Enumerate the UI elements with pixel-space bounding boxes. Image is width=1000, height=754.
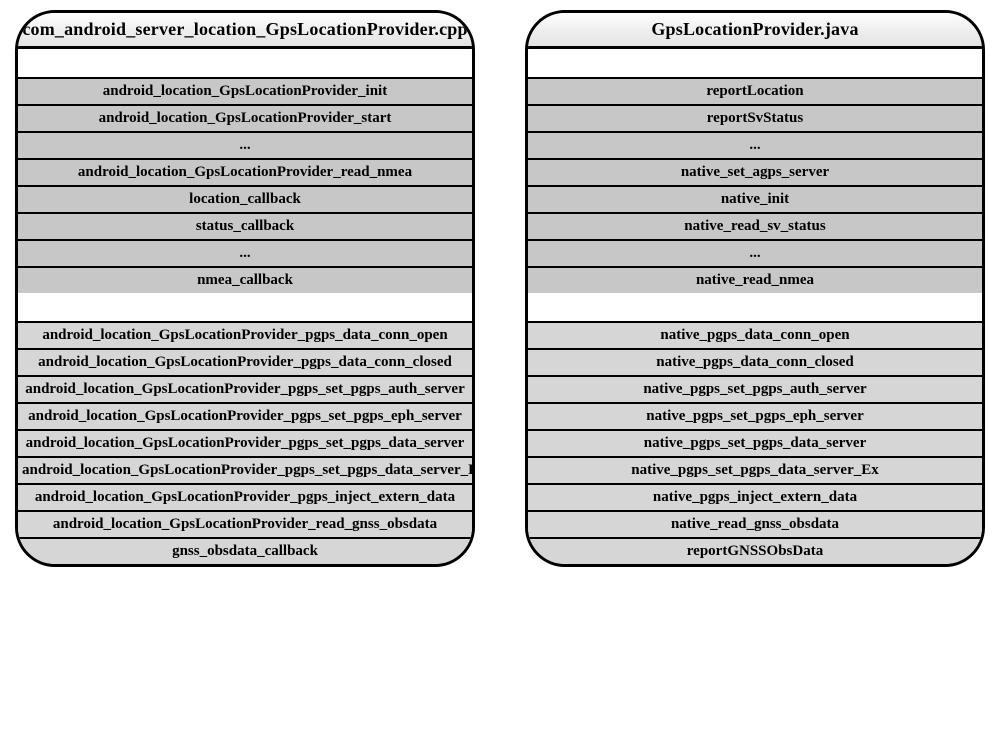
list-item: status_callback bbox=[18, 212, 472, 241]
list-item: native_pgps_set_pgps_auth_server bbox=[528, 375, 982, 404]
list-item: native_read_sv_status bbox=[528, 212, 982, 241]
list-item: android_location_GpsLocationProvider_pgp… bbox=[18, 375, 472, 404]
list-item: native_pgps_set_pgps_data_server_Ex bbox=[528, 456, 982, 485]
list-item: android_location_GpsLocationProvider_pgp… bbox=[18, 402, 472, 431]
list-item: android_location_GpsLocationProvider_pgp… bbox=[18, 321, 472, 350]
list-item: native_pgps_set_pgps_data_server bbox=[528, 429, 982, 458]
card-java-group-a: reportLocation reportSvStatus ... native… bbox=[528, 77, 982, 293]
spacer bbox=[18, 293, 472, 321]
list-item: reportSvStatus bbox=[528, 104, 982, 133]
list-item: android_location_GpsLocationProvider_sta… bbox=[18, 104, 472, 133]
list-item: android_location_GpsLocationProvider_ini… bbox=[18, 77, 472, 106]
list-item: android_location_GpsLocationProvider_rea… bbox=[18, 510, 472, 539]
list-item: native_set_agps_server bbox=[528, 158, 982, 187]
list-item: native_pgps_inject_extern_data bbox=[528, 483, 982, 512]
spacer bbox=[528, 293, 982, 321]
card-cpp-title: com_android_server_location_GpsLocationP… bbox=[18, 13, 472, 49]
list-item: android_location_GpsLocationProvider_pgp… bbox=[18, 348, 472, 377]
list-item: reportGNSSObsData bbox=[528, 537, 982, 566]
list-item: ... bbox=[18, 131, 472, 160]
card-java-group-b: native_pgps_data_conn_open native_pgps_d… bbox=[528, 321, 982, 564]
list-item: reportLocation bbox=[528, 77, 982, 106]
spacer bbox=[528, 49, 982, 77]
list-item: gnss_obsdata_callback bbox=[18, 537, 472, 566]
list-item: ... bbox=[18, 239, 472, 268]
list-item: android_location_GpsLocationProvider_pgp… bbox=[18, 456, 472, 485]
list-item: native_init bbox=[528, 185, 982, 214]
list-item: nmea_callback bbox=[18, 266, 472, 295]
card-cpp-group-b: android_location_GpsLocationProvider_pgp… bbox=[18, 321, 472, 564]
list-item: native_read_nmea bbox=[528, 266, 982, 295]
list-item: native_read_gnss_obsdata bbox=[528, 510, 982, 539]
list-item: ... bbox=[528, 239, 982, 268]
list-item: android_location_GpsLocationProvider_pgp… bbox=[18, 429, 472, 458]
list-item: native_pgps_data_conn_closed bbox=[528, 348, 982, 377]
list-item: android_location_GpsLocationProvider_rea… bbox=[18, 158, 472, 187]
list-item: native_pgps_data_conn_open bbox=[528, 321, 982, 350]
card-cpp-group-a: android_location_GpsLocationProvider_ini… bbox=[18, 77, 472, 293]
card-cpp: com_android_server_location_GpsLocationP… bbox=[15, 10, 475, 567]
list-item: location_callback bbox=[18, 185, 472, 214]
list-item: native_pgps_set_pgps_eph_server bbox=[528, 402, 982, 431]
list-item: ... bbox=[528, 131, 982, 160]
spacer bbox=[18, 49, 472, 77]
card-java-title: GpsLocationProvider.java bbox=[528, 13, 982, 49]
card-java: GpsLocationProvider.java reportLocation … bbox=[525, 10, 985, 567]
list-item: android_location_GpsLocationProvider_pgp… bbox=[18, 483, 472, 512]
